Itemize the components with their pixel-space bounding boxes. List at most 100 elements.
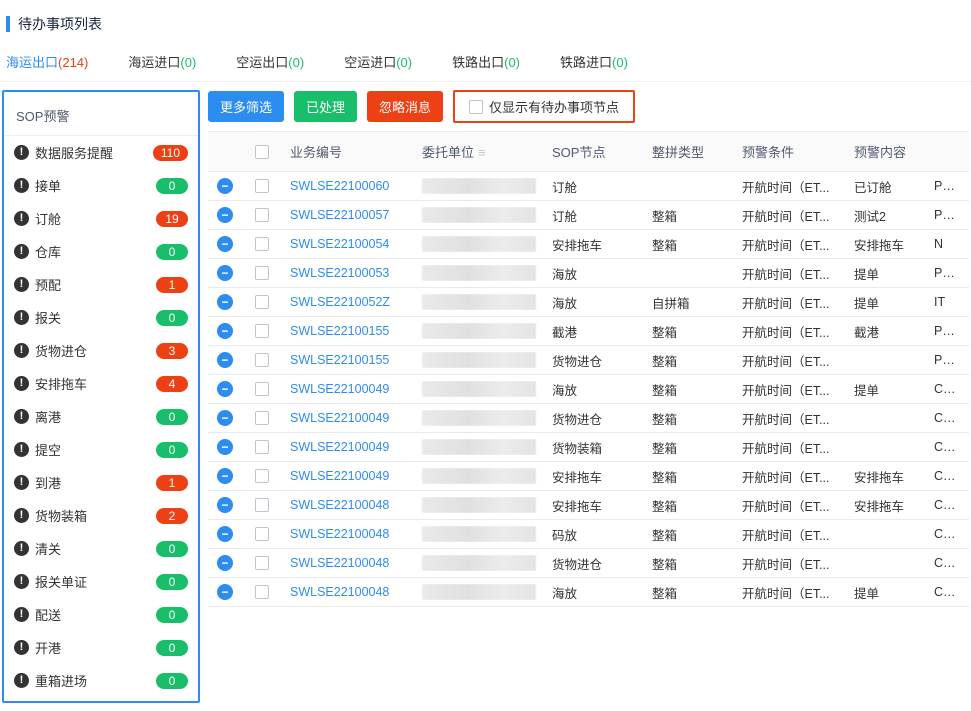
collapse-icon[interactable]: − [217, 497, 233, 513]
tab-3[interactable]: 空运进口(0) [344, 52, 412, 71]
biz-link[interactable]: SWLSE2210052Z [290, 295, 390, 309]
collapse-icon[interactable]: − [217, 323, 233, 339]
row-checkbox[interactable] [255, 295, 269, 309]
sidebar-item-4[interactable]: !预配1 [4, 268, 198, 301]
tab-0[interactable]: 海运出口(214) [6, 52, 88, 71]
row-checkbox[interactable] [255, 208, 269, 222]
ignore-button[interactable]: 忽略消息 [367, 91, 443, 122]
sidebar-item-6[interactable]: !货物进仓3 [4, 334, 198, 367]
biz-link[interactable]: SWLSE22100053 [290, 266, 389, 280]
biz-link[interactable]: SWLSE22100060 [290, 179, 389, 193]
row-checkbox[interactable] [255, 556, 269, 570]
row-checkbox[interactable] [255, 382, 269, 396]
collapse-icon[interactable]: − [217, 236, 233, 252]
cond-cell: 开航时间（ET... [734, 264, 846, 283]
sidebar-item-8[interactable]: !离港0 [4, 400, 198, 433]
only-pending-checkbox-wrap[interactable]: 仅显示有待办事项节点 [453, 90, 635, 123]
cond-cell: 开航时间（ET... [734, 467, 846, 486]
tab-4[interactable]: 铁路出口(0) [452, 52, 520, 71]
select-all-checkbox[interactable] [255, 145, 269, 159]
tab-count: (0) [504, 55, 520, 70]
biz-link[interactable]: SWLSE22100049 [290, 382, 389, 396]
collapse-icon[interactable]: − [217, 526, 233, 542]
sidebar-item-3[interactable]: !仓库0 [4, 235, 198, 268]
sidebar-item-10[interactable]: !到港1 [4, 466, 198, 499]
collapse-icon[interactable]: − [217, 410, 233, 426]
biz-link[interactable]: SWLSE22100048 [290, 585, 389, 599]
sop-cell: 货物进仓 [544, 554, 644, 573]
row-checkbox[interactable] [255, 411, 269, 425]
sidebar-item-13[interactable]: !报关单证0 [4, 565, 198, 598]
collapse-icon[interactable]: − [217, 294, 233, 310]
sidebar-item-11[interactable]: !货物装箱2 [4, 499, 198, 532]
collapse-icon[interactable]: − [217, 381, 233, 397]
biz-link[interactable]: SWLSE22100049 [290, 469, 389, 483]
row-checkbox[interactable] [255, 440, 269, 454]
last-cell: CN [926, 440, 956, 454]
biz-link[interactable]: SWLSE22100155 [290, 324, 389, 338]
sidebar-item-0[interactable]: !数据服务提醒110 [4, 136, 198, 169]
sidebar-item-label: 数据服务提醒 [35, 143, 113, 162]
row-checkbox[interactable] [255, 324, 269, 338]
sidebar-item-1[interactable]: !接单0 [4, 169, 198, 202]
sidebar-item-16[interactable]: !重箱进场0 [4, 664, 198, 697]
processed-button[interactable]: 已处理 [294, 91, 357, 122]
sidebar-item-label: 到港 [35, 473, 61, 492]
more-filter-button[interactable]: 更多筛选 [208, 91, 284, 122]
count-badge: 0 [156, 574, 188, 590]
row-checkbox[interactable] [255, 266, 269, 280]
row-checkbox[interactable] [255, 237, 269, 251]
biz-link[interactable]: SWLSE22100057 [290, 208, 389, 222]
tab-5[interactable]: 铁路进口(0) [560, 52, 628, 71]
last-cell: CN [926, 585, 956, 599]
row-checkbox[interactable] [255, 353, 269, 367]
sidebar-item-15[interactable]: !开港0 [4, 631, 198, 664]
biz-link[interactable]: SWLSE22100048 [290, 556, 389, 570]
row-checkbox[interactable] [255, 498, 269, 512]
biz-link[interactable]: SWLSE22100155 [290, 353, 389, 367]
sidebar-item-7[interactable]: !安排拖车4 [4, 367, 198, 400]
checkbox-icon[interactable] [469, 100, 483, 114]
col-sop[interactable]: SOP节点 [544, 142, 644, 161]
col-content[interactable]: 预警内容 [846, 142, 926, 161]
row-checkbox[interactable] [255, 527, 269, 541]
col-pack[interactable]: 整拼类型 [644, 142, 734, 161]
row-checkbox[interactable] [255, 179, 269, 193]
tab-1[interactable]: 海运进口(0) [128, 52, 196, 71]
col-biz[interactable]: 业务编号 [282, 142, 414, 161]
table-row: −SWLSE2210052Z海放自拼箱开航时间（ET...提单IT [208, 288, 969, 317]
collapse-icon[interactable]: − [217, 265, 233, 281]
collapse-icon[interactable]: − [217, 584, 233, 600]
sidebar-item-2[interactable]: !订舱19 [4, 202, 198, 235]
row-checkbox[interactable] [255, 469, 269, 483]
menu-icon[interactable]: ≡ [478, 145, 486, 160]
pack-cell: 整箱 [644, 554, 734, 573]
pack-cell: 整箱 [644, 496, 734, 515]
row-checkbox[interactable] [255, 585, 269, 599]
sidebar-item-5[interactable]: !报关0 [4, 301, 198, 334]
last-cell: PK [926, 179, 956, 193]
export-import-tabs: 海运出口(214) 海运进口(0) 空运出口(0) 空运进口(0) 铁路出口(0) 铁路进… [0, 44, 971, 82]
biz-link[interactable]: SWLSE22100048 [290, 527, 389, 541]
last-cell: PK [926, 324, 956, 338]
sidebar-item-label: 报关 [35, 308, 61, 327]
biz-link[interactable]: SWLSE22100049 [290, 440, 389, 454]
table-row: −SWLSE22100155货物进仓整箱开航时间（ET...PK [208, 346, 969, 375]
sidebar-item-12[interactable]: !清关0 [4, 532, 198, 565]
pack-cell: 整箱 [644, 206, 734, 225]
title-accent-bar [6, 16, 10, 32]
biz-link[interactable]: SWLSE22100054 [290, 237, 389, 251]
collapse-icon[interactable]: − [217, 439, 233, 455]
tab-2[interactable]: 空运出口(0) [236, 52, 304, 71]
biz-link[interactable]: SWLSE22100049 [290, 411, 389, 425]
collapse-icon[interactable]: − [217, 352, 233, 368]
collapse-icon[interactable]: − [217, 468, 233, 484]
collapse-icon[interactable]: − [217, 207, 233, 223]
sidebar-item-14[interactable]: !配送0 [4, 598, 198, 631]
col-cond[interactable]: 预警条件 [734, 142, 846, 161]
biz-link[interactable]: SWLSE22100048 [290, 498, 389, 512]
col-entrust[interactable]: 委托单位≡ [414, 142, 544, 161]
collapse-icon[interactable]: − [217, 178, 233, 194]
sidebar-item-9[interactable]: !提空0 [4, 433, 198, 466]
collapse-icon[interactable]: − [217, 555, 233, 571]
